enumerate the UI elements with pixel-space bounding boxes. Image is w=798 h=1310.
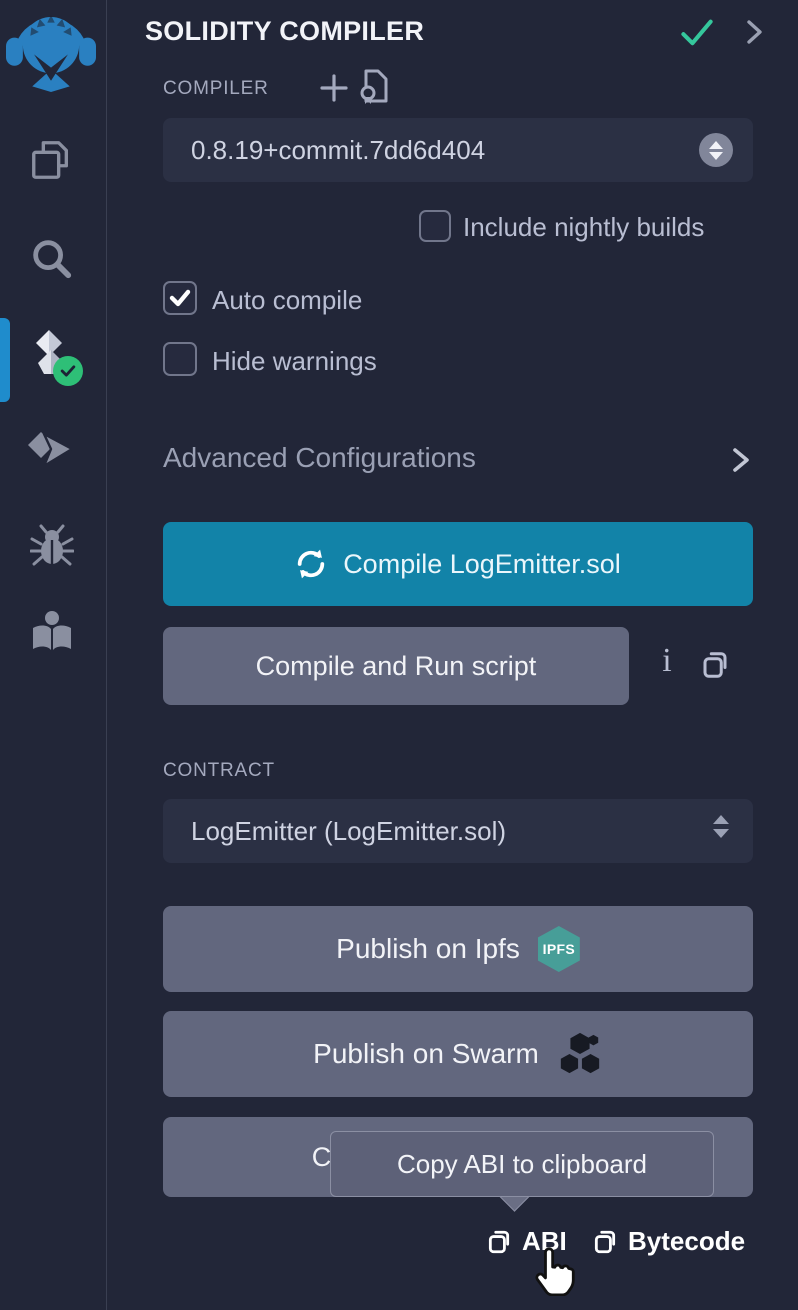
include-nightly-label: Include nightly builds (463, 212, 704, 243)
ipfs-logo-icon: IPFS (538, 926, 580, 972)
sidebar-item-debugger[interactable] (28, 522, 76, 570)
copy-abi-button[interactable]: ABI (486, 1226, 567, 1257)
select-arrows-icon (699, 133, 733, 167)
copy-abi-label: ABI (522, 1226, 567, 1257)
compiler-section-label: COMPILER (163, 78, 269, 100)
copy-script-icon[interactable] (700, 650, 730, 685)
publish-swarm-label: Publish on Swarm (313, 1038, 539, 1070)
remix-logo-icon[interactable] (4, 2, 98, 92)
copy-icon (486, 1229, 512, 1255)
tooltip-text: Copy ABI to clipboard (397, 1149, 647, 1180)
swarm-logo-icon (557, 1031, 603, 1077)
compile-success-icon (680, 18, 714, 53)
contract-section-label: CONTRACT (163, 760, 275, 782)
copy-bytecode-button[interactable]: Bytecode (592, 1226, 745, 1257)
hide-warnings-checkbox[interactable] (163, 342, 197, 376)
compiler-version-value: 0.8.19+commit.7dd6d404 (191, 135, 485, 166)
sidebar-item-deploy-and-run[interactable] (26, 426, 74, 474)
sidebar-item-learneth[interactable] (28, 608, 76, 656)
publish-ipfs-button[interactable]: Publish on Ipfs IPFS (163, 906, 753, 992)
page-title: SOLIDITY COMPILER (145, 16, 424, 47)
copy-icon (592, 1229, 618, 1255)
refresh-icon (295, 548, 327, 580)
compiler-license-file-icon[interactable] (358, 68, 390, 111)
publish-swarm-button[interactable]: Publish on Swarm (163, 1011, 753, 1097)
contract-select-value: LogEmitter (LogEmitter.sol) (191, 816, 506, 847)
icon-sidebar (0, 0, 107, 1310)
publish-ipfs-label: Publish on Ipfs (336, 933, 520, 965)
select-arrows-icon (713, 815, 729, 838)
auto-compile-checkbox[interactable] (163, 281, 197, 315)
advanced-configurations-toggle[interactable]: Advanced Configurations (163, 442, 476, 474)
compile-and-run-label: Compile and Run script (256, 651, 537, 682)
sidebar-item-search[interactable] (27, 234, 75, 282)
copy-abi-tooltip: Copy ABI to clipboard (330, 1131, 714, 1197)
auto-compile-label: Auto compile (212, 285, 362, 316)
active-plugin-indicator (0, 318, 10, 402)
info-icon[interactable]: i (656, 642, 678, 680)
hide-warnings-label: Hide warnings (212, 346, 377, 377)
compile-button[interactable]: Compile LogEmitter.sol (163, 522, 753, 606)
sidebar-item-file-explorer[interactable] (27, 136, 75, 184)
compiled-check-badge (53, 356, 83, 386)
sidebar-item-solidity-compiler[interactable] (26, 330, 74, 378)
collapse-panel-chevron-icon[interactable] (742, 18, 766, 51)
compile-button-label: Compile LogEmitter.sol (343, 549, 621, 580)
contract-select[interactable]: LogEmitter (LogEmitter.sol) (163, 799, 753, 863)
copy-bytecode-label: Bytecode (628, 1226, 745, 1257)
advanced-configurations-chevron-icon[interactable] (729, 446, 753, 479)
add-custom-compiler-icon[interactable] (318, 72, 350, 109)
include-nightly-checkbox[interactable] (419, 210, 451, 242)
compiler-version-select[interactable]: 0.8.19+commit.7dd6d404 (163, 118, 753, 182)
compile-and-run-button[interactable]: Compile and Run script (163, 627, 629, 705)
